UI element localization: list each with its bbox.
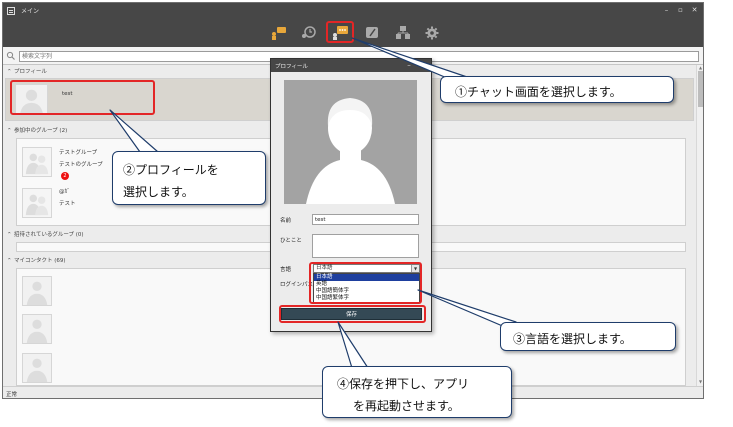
- callout-step2: ②プロフィールを 選択します。: [112, 151, 266, 205]
- comment-field[interactable]: [312, 234, 419, 258]
- news-icon[interactable]: [270, 25, 288, 41]
- chat-icon-highlight: [326, 21, 354, 43]
- save-highlight: [279, 305, 426, 323]
- close-button[interactable]: ✕: [689, 5, 700, 16]
- group-avatar: [22, 188, 52, 218]
- group-name[interactable]: テストのグループ: [59, 160, 103, 168]
- callout-step3-text: ③言語を選択します。: [513, 332, 632, 346]
- comment-label: ひとこと: [280, 238, 302, 244]
- callout-step4: ④保存を押下し、アプリ を再起動させます。: [322, 366, 512, 418]
- name-label: 名前: [280, 218, 292, 224]
- org-icon[interactable]: [394, 25, 412, 41]
- note-icon[interactable]: [363, 25, 381, 41]
- chevron-up-icon: ⌃: [7, 69, 12, 75]
- title-bar: メイン – ▫ ✕: [3, 3, 703, 19]
- scroll-thumb[interactable]: [698, 71, 703, 107]
- language-highlight: [309, 262, 422, 304]
- language-label: 言語: [280, 267, 292, 273]
- contact-avatar[interactable]: [22, 314, 52, 344]
- maximize-button[interactable]: ▫: [675, 5, 686, 16]
- profile-photo[interactable]: [284, 80, 417, 204]
- chevron-up-icon: ⌃: [7, 128, 12, 134]
- group-avatar: [22, 147, 52, 177]
- callout-step4-line2: を再起動させます。: [353, 399, 460, 413]
- vertical-scrollbar[interactable]: ▲ ▼: [696, 65, 703, 386]
- settings-icon[interactable]: [423, 25, 441, 41]
- group-name[interactable]: テストグループ: [59, 148, 97, 156]
- group-name[interactable]: @ｶﾞ: [59, 187, 70, 195]
- scroll-down-icon[interactable]: ▼: [697, 379, 703, 385]
- callout-step3: ③言語を選択します。: [500, 322, 676, 351]
- history-icon[interactable]: [300, 25, 318, 41]
- chevron-up-icon: ⌃: [7, 258, 12, 264]
- search-icon: [6, 51, 16, 61]
- name-field[interactable]: [312, 214, 419, 225]
- minimize-button[interactable]: –: [661, 5, 672, 16]
- dialog-title: プロフィール: [275, 64, 308, 70]
- status-text: 正常: [6, 392, 18, 398]
- contact-avatar[interactable]: [22, 276, 52, 306]
- window-title: メイン: [21, 8, 40, 15]
- group-name[interactable]: テスト: [59, 199, 76, 207]
- profile-highlight: [10, 80, 155, 115]
- dialog-close-button[interactable]: ✕: [418, 60, 428, 71]
- callout-step1: ①チャット画面を選択します。: [440, 76, 674, 103]
- dialog-minimize-button[interactable]: –: [404, 60, 414, 71]
- callout-step4-line1: ④保存を押下し、アプリ: [337, 377, 470, 391]
- dialog-title-bar: プロフィール – ✕: [271, 59, 431, 72]
- callout-step1-text: ①チャット画面を選択します。: [455, 85, 622, 99]
- callout-step2-line1: ②プロフィールを: [123, 163, 219, 177]
- unread-badge: 2: [61, 172, 69, 180]
- chevron-up-icon: ⌃: [7, 232, 12, 238]
- app-menu-icon[interactable]: [7, 7, 15, 15]
- callout-step2-line2: 選択します。: [123, 185, 194, 199]
- contact-avatar[interactable]: [22, 353, 52, 383]
